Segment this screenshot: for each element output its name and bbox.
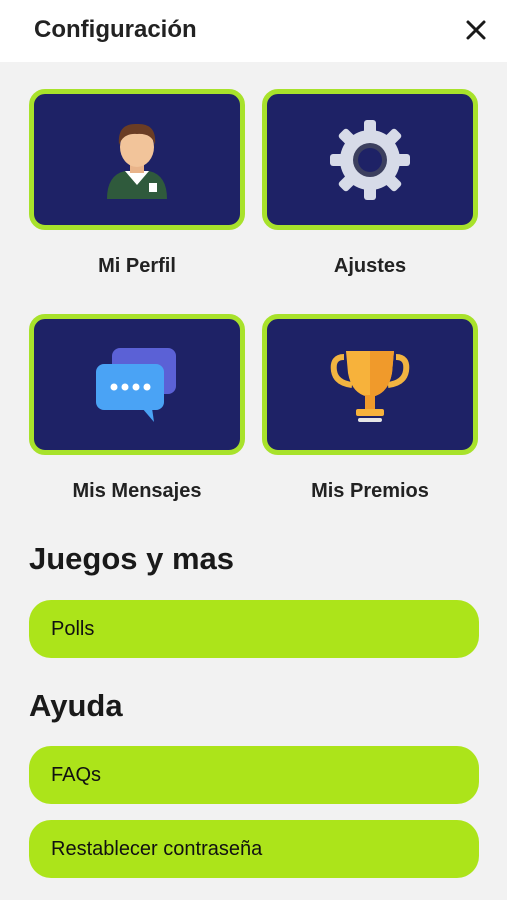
profile-avatar-icon bbox=[107, 123, 167, 199]
settings-card[interactable] bbox=[262, 89, 478, 230]
trophy-icon bbox=[330, 350, 410, 422]
menu-item-label: Polls bbox=[51, 617, 95, 640]
messages-card[interactable] bbox=[29, 314, 245, 455]
prizes-card[interactable] bbox=[262, 314, 478, 455]
profile-card-label: Mi Perfil bbox=[98, 255, 176, 277]
messages-card-label: Mis Mensajes bbox=[72, 480, 202, 502]
menu-item-label: FAQs bbox=[51, 763, 102, 786]
menu-item-polls[interactable]: Polls bbox=[29, 600, 479, 658]
gear-icon bbox=[330, 119, 410, 200]
close-button[interactable] bbox=[460, 14, 492, 46]
section-title-help: Ayuda bbox=[29, 688, 123, 723]
menu-item-faqs[interactable]: FAQs bbox=[29, 746, 479, 804]
header: Configuración bbox=[0, 0, 507, 62]
page-title: Configuración bbox=[34, 16, 197, 43]
prizes-card-label: Mis Premios bbox=[311, 480, 429, 502]
close-icon bbox=[466, 20, 486, 40]
menu-item-label: Restablecer contraseña bbox=[51, 837, 263, 860]
profile-card[interactable] bbox=[29, 89, 245, 230]
section-title-games: Juegos y mas bbox=[29, 541, 235, 576]
chat-bubbles-icon bbox=[96, 347, 176, 422]
menu-item-reset-password[interactable]: Restablecer contraseña bbox=[29, 820, 479, 878]
settings-card-label: Ajustes bbox=[333, 255, 407, 277]
